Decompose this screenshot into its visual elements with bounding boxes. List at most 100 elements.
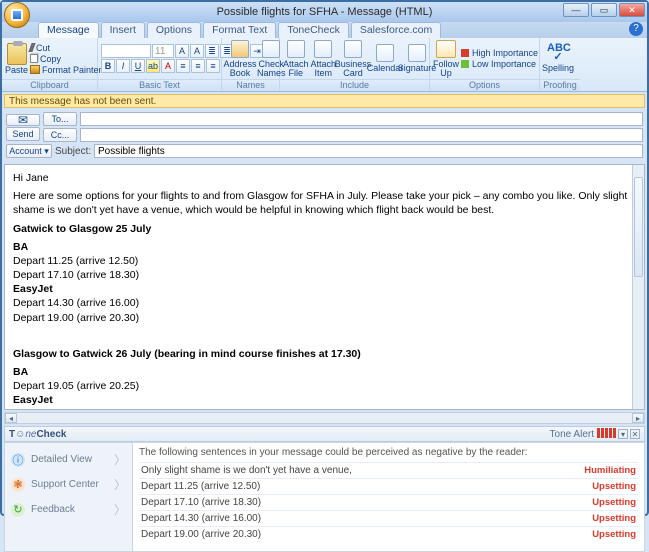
subject-field[interactable]: Possible flights (94, 144, 643, 158)
tab-insert[interactable]: Insert (101, 22, 145, 38)
message-body[interactable]: Hi Jane Here are some options for your f… (4, 164, 645, 410)
tonecheck-result-tag: Humiliating (584, 465, 636, 476)
tonecheck-collapse-button[interactable]: ▾ (618, 429, 628, 439)
copy-button[interactable]: Copy (30, 54, 102, 64)
tonecheck-logo: T☺neCheck (9, 429, 66, 440)
info-icon: ⓘ (11, 453, 25, 467)
tonecheck-sidebar: ⓘ Detailed View 〉 ❃Support Center〉 ↻ Feedba… (4, 442, 132, 552)
high-importance-label: High Importance (472, 48, 538, 58)
tonecheck-result-row[interactable]: Depart 14.30 (arrive 16.00)Upsetting (139, 510, 638, 526)
align-center-button[interactable]: ≡ (191, 59, 205, 73)
paste-icon (7, 43, 27, 65)
group-names-label: Names (222, 79, 279, 91)
check-names-icon (262, 40, 280, 58)
tonecheck-result-text: Only slight shame is we don't yet have a… (141, 465, 352, 476)
follow-up-button[interactable]: Follow Up (433, 40, 459, 78)
body-ba-2: BA (13, 366, 28, 378)
tonecheck-feedback[interactable]: ↻ Feedback 〉 (5, 497, 132, 522)
body-scrollbar-horizontal[interactable]: ◂ ▸ (4, 412, 645, 424)
tab-message[interactable]: Message (38, 22, 99, 38)
body-heading-return: Glasgow to Gatwick 26 July (bearing in m… (13, 348, 361, 360)
attach-file-label: Attach File (283, 60, 309, 78)
tab-options[interactable]: Options (147, 22, 201, 38)
feedback-label: Feedback (31, 504, 75, 515)
chevron-right-icon: 〉 (114, 451, 126, 468)
attach-item-icon (314, 40, 332, 58)
font-size-select[interactable]: 11 (152, 44, 174, 58)
shrink-font-button[interactable]: A (190, 44, 204, 58)
group-options-label: Options (430, 79, 539, 91)
cc-button[interactable]: Cc... (43, 128, 77, 142)
maximize-button[interactable]: ▭ (591, 3, 617, 17)
align-right-button[interactable]: ≡ (206, 59, 220, 73)
tab-salesforce[interactable]: Salesforce.com (351, 22, 441, 38)
align-left-button[interactable]: ≡ (176, 59, 190, 73)
body-ej-2: EasyJet (13, 394, 53, 406)
scroll-left-icon[interactable]: ◂ (5, 413, 17, 423)
group-basictext-label: Basic Text (98, 79, 221, 91)
tab-format-text[interactable]: Format Text (203, 22, 276, 38)
signature-button[interactable]: Signature (402, 44, 432, 73)
tonecheck-detailed-view[interactable]: ⓘ Detailed View 〉 (5, 447, 132, 472)
underline-button[interactable]: U (131, 59, 145, 73)
send-icon-button[interactable]: ✉ (6, 114, 40, 126)
tonecheck-result-row[interactable]: Only slight shame is we don't yet have a… (139, 462, 638, 478)
body-line-2: Depart 17.10 (arrive 18.30) (13, 268, 636, 282)
attach-file-button[interactable]: Attach File (283, 40, 309, 78)
minimize-button[interactable]: — (563, 3, 589, 17)
detailed-view-label: Detailed View (31, 454, 92, 465)
to-button[interactable]: To... (43, 112, 77, 126)
subject-label: Subject: (55, 146, 91, 157)
calendar-button[interactable]: Calendar (370, 44, 400, 73)
address-book-icon (231, 40, 249, 58)
feedback-icon: ↻ (11, 503, 25, 517)
tonecheck-support-center[interactable]: ❃Support Center〉 (5, 472, 132, 497)
office-orb[interactable] (4, 2, 30, 28)
grow-font-button[interactable]: A (175, 44, 189, 58)
group-proofing-label: Proofing (540, 79, 580, 91)
highlight-button[interactable]: ab (146, 59, 160, 73)
address-book-button[interactable]: Address Book (225, 40, 255, 78)
tonecheck-result-tag: Upsetting (592, 497, 636, 508)
attach-item-label: Attach Item (311, 60, 337, 78)
tonecheck-result-row[interactable]: Depart 19.00 (arrive 20.30)Upsetting (139, 526, 638, 542)
format-painter-button[interactable]: Format Painter (30, 65, 102, 75)
format-painter-label: Format Painter (42, 65, 102, 75)
italic-button[interactable]: I (116, 59, 130, 73)
copy-icon (30, 54, 38, 63)
low-importance-icon (461, 60, 469, 68)
body-ej-1: EasyJet (13, 283, 53, 295)
tab-tonecheck[interactable]: ToneCheck (278, 22, 349, 38)
message-header: ✉ Send To... Cc... Account ▾ Subject: Po… (2, 110, 647, 162)
business-card-button[interactable]: Business Card (338, 40, 368, 78)
paste-button[interactable]: Paste (5, 43, 28, 75)
scroll-right-icon[interactable]: ▸ (632, 413, 644, 423)
cut-button[interactable]: Cut (30, 43, 102, 53)
attach-item-button[interactable]: Attach Item (311, 40, 337, 78)
tone-alert-label: Tone Alert (550, 429, 594, 440)
window-title: Possible flights for SFHA - Message (HTM… (217, 6, 433, 18)
high-importance-button[interactable]: High Importance (461, 48, 538, 58)
account-button[interactable]: Account ▾ (6, 144, 52, 158)
spelling-label: Spelling (542, 64, 574, 73)
bullets-button[interactable]: ≣ (205, 44, 219, 58)
tonecheck-result-tag: Upsetting (592, 481, 636, 492)
high-importance-icon (461, 49, 469, 57)
help-icon[interactable]: ? (629, 22, 643, 36)
low-importance-button[interactable]: Low Importance (461, 59, 538, 69)
body-scrollbar-vertical[interactable] (632, 165, 644, 409)
tonecheck-close-button[interactable]: ✕ (630, 429, 640, 439)
to-field[interactable] (80, 112, 643, 126)
chevron-right-icon: 〉 (114, 501, 126, 518)
font-color-button[interactable]: A (161, 59, 175, 73)
tonecheck-result-row[interactable]: Depart 11.25 (arrive 12.50)Upsetting (139, 478, 638, 494)
bold-button[interactable]: B (101, 59, 115, 73)
address-book-label: Address Book (223, 60, 256, 78)
font-name-select[interactable] (101, 44, 151, 58)
send-button[interactable]: Send (6, 127, 40, 141)
tonecheck-result-row[interactable]: Depart 17.10 (arrive 18.30)Upsetting (139, 494, 638, 510)
close-button[interactable]: ✕ (619, 3, 645, 17)
spelling-icon: ABC✓ (547, 44, 569, 62)
cc-field[interactable] (80, 128, 643, 142)
spelling-button[interactable]: ABC✓ Spelling (543, 44, 573, 73)
